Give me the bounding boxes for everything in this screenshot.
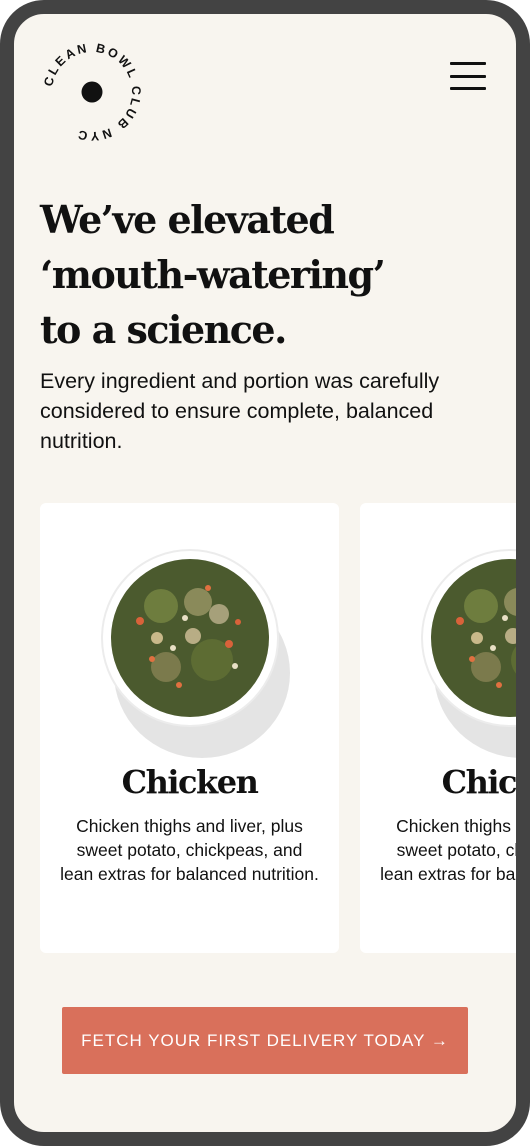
recipe-card-chicken-2[interactable]: Chicken Chicken thighs and liver, plus s… xyxy=(360,503,529,953)
logo-mark: CLEAN BOWL CLUB NYC xyxy=(41,41,140,143)
recipe-card-chicken[interactable]: Chicken Chicken thighs and liver, plus s… xyxy=(40,503,339,953)
hamburger-menu-icon[interactable] xyxy=(450,62,486,90)
menu-bar xyxy=(450,62,486,65)
menu-bar xyxy=(450,74,486,78)
food-bowl-image xyxy=(101,549,290,758)
fetch-first-delivery-button[interactable]: FETCH YOUR FIRST DELIVERY TODAY → xyxy=(62,1007,468,1074)
clean-bowl-club-logo[interactable]: CLEAN BOWL CLUB NYC xyxy=(36,36,148,148)
phone-frame: CLEAN BOWL CLUB NYC We’ve elevated ‘mout… xyxy=(0,0,530,1146)
card-title: Chicken xyxy=(441,763,517,801)
card-title: Chicken xyxy=(121,763,259,801)
food-bowl-image xyxy=(421,549,516,758)
headline-line-2: ‘mouth-watering’ xyxy=(40,252,386,297)
headline-line-1: We’ve elevated xyxy=(40,197,335,242)
card-description: Chicken thighs and liver, plus sweet pot… xyxy=(60,816,319,884)
card-description: Chicken thighs and liver, plus sweet pot… xyxy=(380,816,529,884)
headline-line-3: to a science. xyxy=(40,307,287,352)
hero-subtext: Every ingredient and portion was careful… xyxy=(40,369,440,453)
menu-bar xyxy=(450,87,486,90)
hero-headline: We’ve elevated ‘mouth-watering’ to a sci… xyxy=(40,192,480,357)
